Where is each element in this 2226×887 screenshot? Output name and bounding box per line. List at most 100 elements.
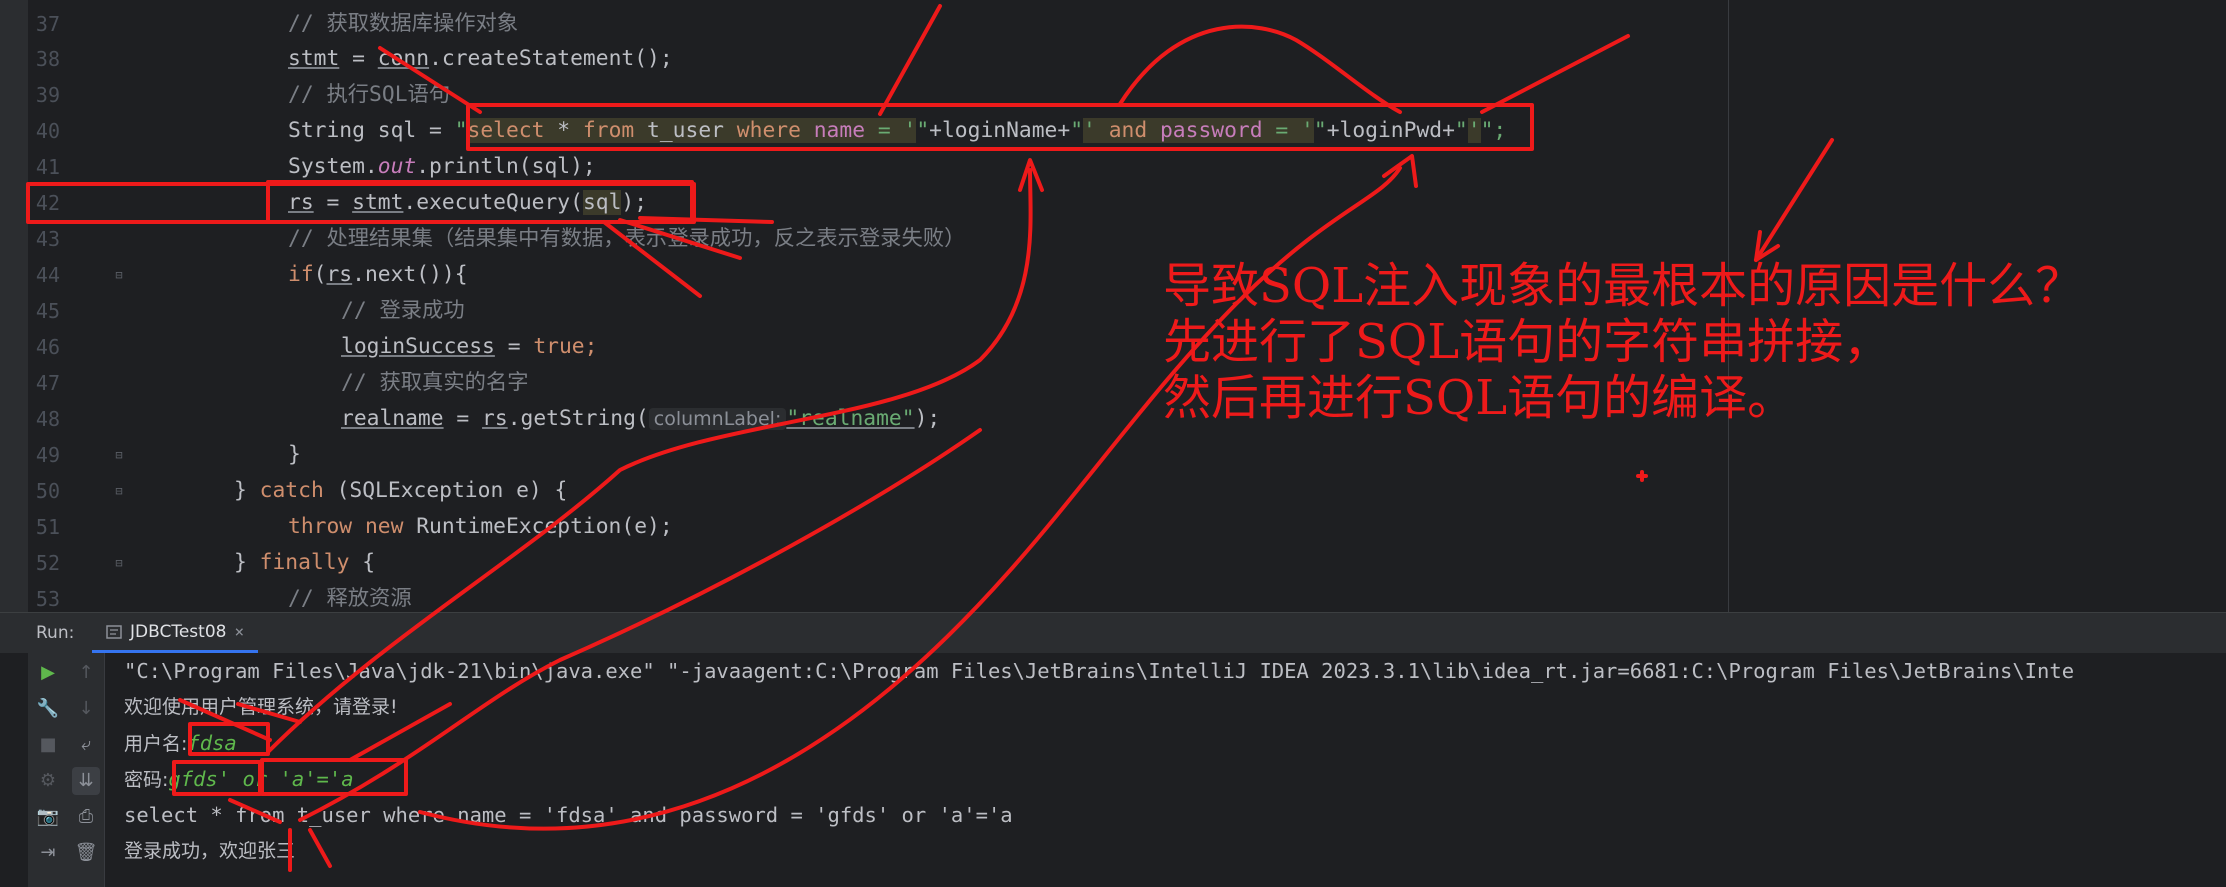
sql-keyword: from bbox=[582, 118, 635, 143]
annotation-answer-1: 先进行了SQL语句的字符串拼接， bbox=[1163, 314, 1892, 370]
code-line[interactable]: 49 ⊟ } bbox=[0, 437, 2226, 473]
code-line[interactable]: 37 // 获取数据库操作对象 bbox=[0, 6, 2226, 42]
print-icon[interactable]: ⎙ bbox=[72, 803, 100, 831]
code-comment: // 获取数据库操作对象 bbox=[288, 11, 519, 36]
camera-icon[interactable]: 📷 bbox=[34, 803, 62, 831]
line-number: 49 bbox=[35, 443, 60, 467]
password-prompt: 密码: bbox=[124, 769, 169, 791]
code-string: "realname" bbox=[786, 406, 915, 431]
code-token: = bbox=[339, 46, 378, 71]
console-icon bbox=[106, 624, 122, 639]
fold-icon[interactable]: ⊟ bbox=[112, 484, 126, 498]
code-variable: stmt bbox=[352, 190, 404, 215]
code-static-field: out bbox=[377, 154, 417, 179]
code-token: RuntimeException(e); bbox=[403, 514, 673, 539]
string-quote: " bbox=[1313, 118, 1327, 143]
wrench-icon[interactable]: 🔧 bbox=[34, 695, 62, 723]
code-token: String sql = bbox=[288, 118, 455, 143]
sql-column: name bbox=[813, 118, 866, 143]
fold-icon[interactable]: ⊟ bbox=[112, 448, 126, 462]
exit-icon[interactable]: ⇥ bbox=[34, 839, 62, 867]
arrow-up-icon[interactable]: ↑ bbox=[72, 659, 100, 687]
console-line: 密码:gfds' or 'a'='a bbox=[124, 761, 2224, 797]
sql-keyword: where bbox=[736, 118, 801, 143]
code-token: = bbox=[494, 334, 534, 359]
sql-token: * bbox=[544, 118, 583, 143]
console-output[interactable]: "C:\Program Files\Java\jdk-21\bin\java.e… bbox=[124, 653, 2224, 887]
code-variable: rs bbox=[326, 262, 353, 287]
console-line: "C:\Program Files\Java\jdk-21\bin\java.e… bbox=[124, 659, 2075, 683]
code-line[interactable]: 42 rs = stmt.executeQuery(sql); bbox=[0, 185, 2226, 221]
code-comment: // 登录成功 bbox=[341, 298, 465, 323]
rerun-icon[interactable]: ▶ bbox=[34, 659, 62, 687]
code-token: ); bbox=[621, 190, 648, 215]
code-keyword: catch bbox=[259, 478, 324, 503]
string-quote: " bbox=[1070, 118, 1084, 143]
code-line[interactable]: 50 ⊟ } catch (SQLException e) { bbox=[0, 473, 2226, 509]
code-comment: // 处理结果集（结果集中有数据，表示登录成功，反之表示登录失败） bbox=[288, 226, 966, 251]
sql-keyword: select bbox=[467, 118, 545, 143]
code-line[interactable]: 51 throw new RuntimeException(e); bbox=[0, 509, 2226, 545]
line-number: 38 bbox=[35, 47, 60, 71]
code-token: = bbox=[313, 190, 353, 215]
code-line[interactable]: 43 // 处理结果集（结果集中有数据，表示登录成功，反之表示登录失败） bbox=[0, 221, 2226, 257]
console-line: select * from t_user where name = 'fdsa'… bbox=[124, 803, 1013, 827]
code-keyword: if bbox=[288, 262, 314, 287]
line-number: 39 bbox=[35, 83, 60, 107]
close-icon[interactable]: × bbox=[234, 622, 244, 641]
line-number: 46 bbox=[35, 335, 60, 359]
code-token: .createStatement(); bbox=[429, 46, 673, 71]
code-keyword: throw bbox=[288, 514, 353, 539]
code-token: } bbox=[234, 550, 260, 575]
fold-icon[interactable]: ⊟ bbox=[112, 556, 126, 570]
code-line[interactable]: 40 String sql = "select * from t_user wh… bbox=[0, 113, 2226, 149]
scroll-to-end-icon[interactable]: ⇊ bbox=[72, 767, 100, 795]
code-line[interactable]: 52 ⊟ } finally { bbox=[0, 545, 2226, 581]
sql-column: password bbox=[1159, 118, 1263, 143]
code-keyword: new bbox=[364, 514, 404, 539]
run-tab-jdbctest08[interactable]: JDBCTest08 × bbox=[92, 613, 259, 653]
line-number: 48 bbox=[35, 407, 60, 431]
code-line[interactable]: 38 stmt = conn.createStatement(); bbox=[0, 41, 2226, 77]
arrow-down-icon[interactable]: ↓ bbox=[72, 695, 100, 723]
line-number: 53 bbox=[35, 587, 60, 611]
sql-token: ' bbox=[1083, 118, 1109, 143]
trash-icon[interactable]: 🗑 bbox=[72, 839, 100, 867]
line-number: 47 bbox=[35, 371, 60, 395]
username-input: fdsa bbox=[187, 731, 237, 755]
line-number: 45 bbox=[35, 299, 60, 323]
sql-string-part-2: ' and password = ' bbox=[1083, 118, 1314, 143]
annotation-answer-2: 然后再进行SQL语句的编译。 bbox=[1163, 370, 1796, 426]
code-variable: rs bbox=[482, 406, 508, 431]
code-line[interactable]: 39 // 执行SQL语句 bbox=[0, 77, 2226, 113]
soft-wrap-icon[interactable]: ⤶ bbox=[72, 731, 100, 759]
console-line: 欢迎使用用户管理系统，请登录! bbox=[124, 696, 398, 718]
code-token: .getString( bbox=[507, 406, 649, 431]
line-number: 41 bbox=[35, 155, 60, 179]
debug-icon[interactable]: ⚙ bbox=[34, 767, 62, 795]
code-comment: // 获取真实的名字 bbox=[341, 370, 529, 395]
line-number: 42 bbox=[35, 191, 60, 215]
code-token: } bbox=[288, 442, 301, 467]
string-quote: " bbox=[454, 118, 468, 143]
code-line[interactable]: 53 // 释放资源 bbox=[0, 581, 2226, 612]
code-token: .executeQuery( bbox=[403, 190, 583, 215]
code-concat: +loginName+ bbox=[929, 118, 1071, 143]
code-token: (SQLException e) { bbox=[323, 478, 568, 503]
sql-table: t_user bbox=[634, 118, 737, 143]
code-token: ; bbox=[584, 334, 598, 359]
fold-icon[interactable]: ⊟ bbox=[112, 268, 126, 282]
console-line: 登录成功，欢迎张三 bbox=[124, 840, 296, 862]
code-comment: // 执行SQL语句 bbox=[288, 82, 451, 107]
code-comment: // 释放资源 bbox=[288, 586, 412, 611]
code-token: .println(sql); bbox=[416, 154, 596, 179]
console-line: 用户名:fdsa bbox=[124, 725, 2224, 761]
string-quote: " bbox=[916, 118, 930, 143]
stop-icon[interactable]: ■ bbox=[34, 731, 62, 759]
password-input: gfds' or 'a'='a bbox=[168, 767, 354, 791]
code-line[interactable]: 41 System.out.println(sql); bbox=[0, 149, 2226, 185]
annotation-question: 导致SQL注入现象的最根本的原因是什么？ bbox=[1163, 258, 2084, 314]
code-concat: +loginPwd+ bbox=[1326, 118, 1455, 143]
